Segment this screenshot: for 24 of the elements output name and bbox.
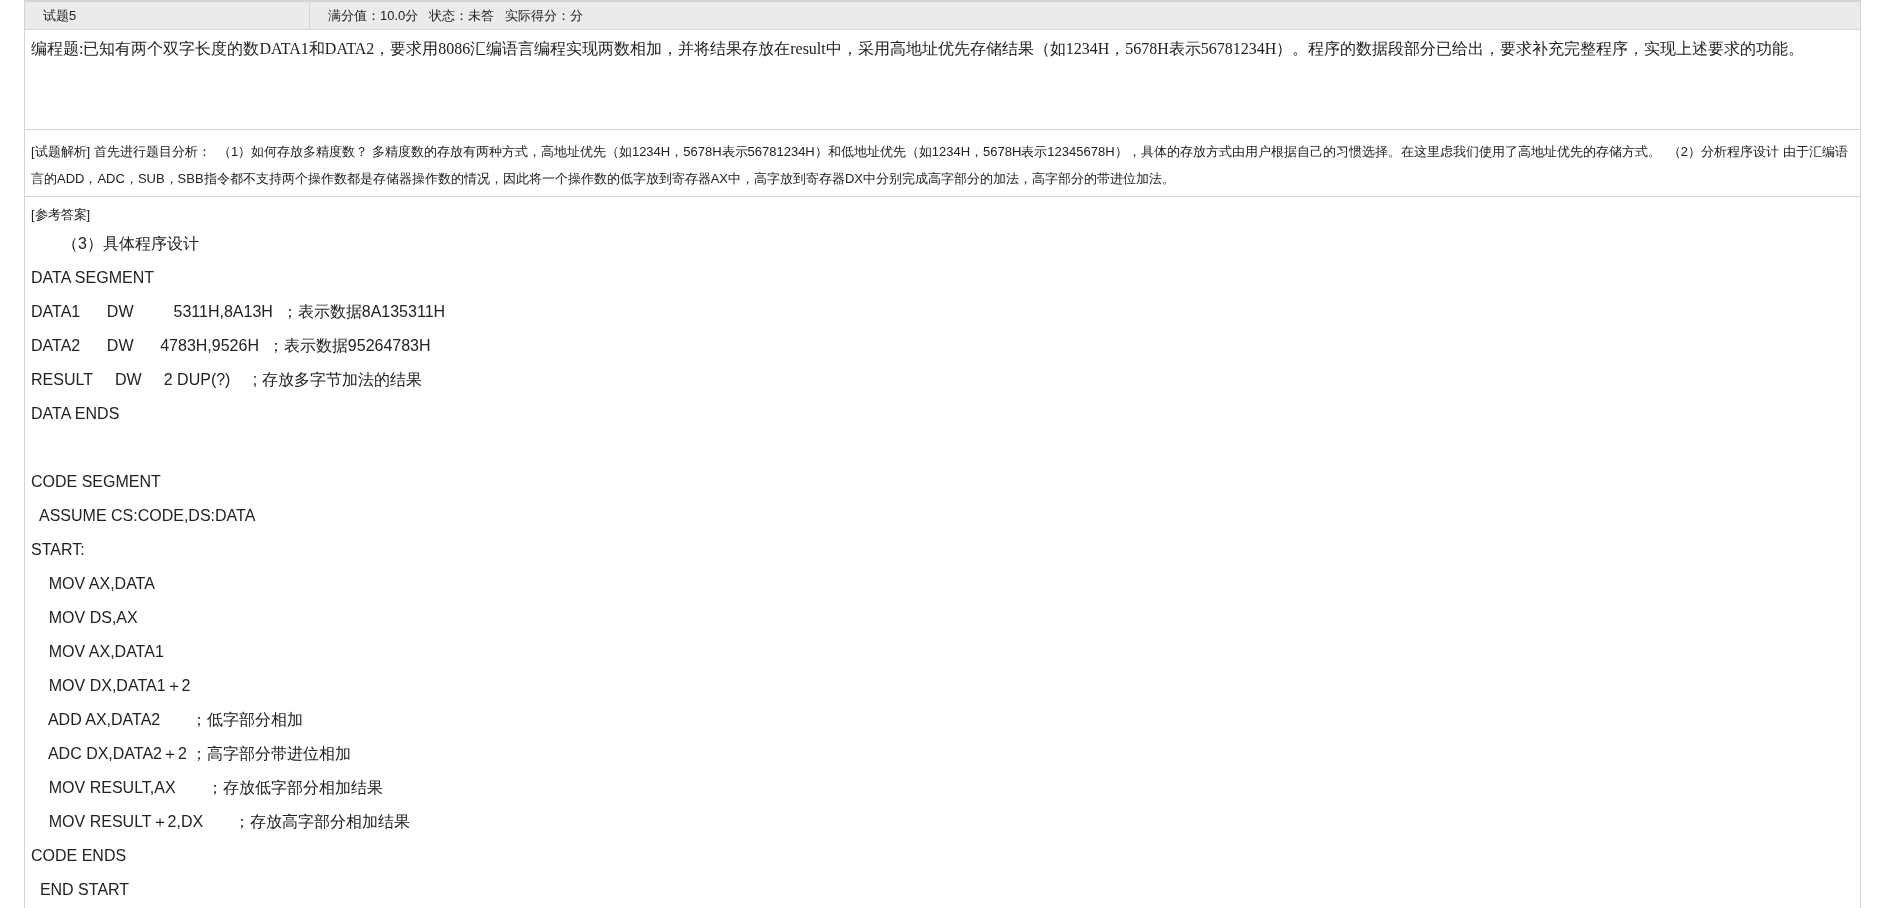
code-line: DATA SEGMENT [31, 268, 154, 288]
analysis-text: [试题解析] 首先进行题目分析： （1）如何存放多精度数？ 多精度数的存放有两种方式，高地址优先（如1234H，5678H表示56781234H）和低地址优先（如1234H，5678H表示12345678H），具体的存放方式由用户根据自己的习惯选择。在这里虑我们使用了高地址优先的存储方式。 （2）分析程序设计 由于汇编语言的ADD，ADC，SUB，SBB指令都不支持两个操作数都是存储器操作数的情况，因此将一个操作数的低字放到寄存器AX中，高字放到寄存器DX中分别完成高字部分的加法，高字部分的带进位加法。 [31, 143, 1849, 188]
answer-label: [参考答案] [31, 206, 91, 224]
code-line: CODE SEGMENT [31, 472, 161, 492]
code-line: ADC DX,DATA2＋2 ；高字部分带进位相加 [46, 744, 352, 764]
code-line: DATA ENDS [31, 404, 120, 424]
code-line: ADD AX,DATA2 ；低字部分相加 [46, 710, 304, 730]
code-line: MOV DX,DATA1＋2 [47, 676, 191, 696]
score-info: 满分值：10.0分 状态：未答 实际得分：分 [328, 7, 583, 23]
code-line: MOV AX,DATA1 [47, 642, 164, 662]
question-text: 编程题:已知有两个双字长度的数DATA1和DATA2，要求用8086汇编语言编程实现两数相加，并将结果存放在result中，采用高地址优先存储结果（如1234H，5678H表示56781234H）。程序的数据段部分已给出，要求补充完整程序，实现上述要求的功能。 [31, 39, 1806, 59]
code-line: START: [31, 540, 85, 560]
code-line: （3）具体程序设计 [61, 234, 199, 254]
code-line: DATA2 DW 4783H,9526H ；表示数据95264783H [31, 336, 431, 356]
code-line: END START [38, 880, 130, 900]
code-line: CODE ENDS [31, 846, 127, 866]
code-line: MOV DS,AX [47, 608, 138, 628]
code-line: MOV RESULT,AX ；存放低字部分相加结果 [47, 778, 383, 798]
code-line: MOV AX,DATA [47, 574, 155, 594]
code-line: MOV RESULT＋2,DX ；存放高字部分相加结果 [47, 812, 411, 832]
question-number: 试题5 [43, 6, 77, 25]
code-line: RESULT DW 2 DUP(?) ; 存放多字节加法的结果 [31, 370, 422, 390]
code-line: DATA1 DW 5311H,8A13H ；表示数据8A135311H [31, 302, 446, 322]
code-line: ASSUME CS:CODE,DS:DATA [38, 506, 256, 526]
